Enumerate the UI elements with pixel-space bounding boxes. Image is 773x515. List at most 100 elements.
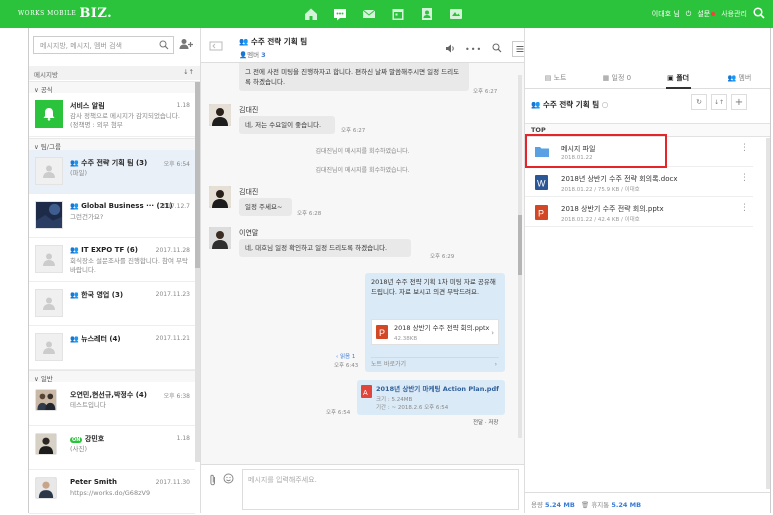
file-row-docx[interactable]: W 2018년 상반기 수주 전략 회의록.docx 2018.01.22 / … — [525, 168, 753, 197]
sender-photo[interactable] — [209, 227, 231, 249]
search-icon[interactable] — [753, 7, 765, 21]
sender-photo[interactable] — [209, 104, 231, 126]
message-composer: 메시지를 입력해주세요. — [201, 464, 524, 513]
room-search-input[interactable]: 메시지방, 메시지, 멤버 검색 — [33, 36, 174, 54]
chat-scrollbar-thumb[interactable] — [518, 215, 522, 275]
room-list-title: 메시지방 — [34, 71, 58, 79]
room-time: 오후 6:38 — [163, 393, 190, 400]
group-team[interactable]: ∨ 팀/그룹 — [29, 138, 200, 151]
file-meta: 2018.01.22 / 75.9 KB / 이대호 — [561, 187, 640, 193]
logo-small-text: WORKS MOBILE — [18, 9, 77, 17]
room-time: 2017.11.21 — [155, 335, 190, 342]
works-mobile-logo[interactable]: WORKS MOBILE BIZ. — [18, 6, 112, 21]
app-nav-icons — [302, 5, 465, 23]
tab-calendar[interactable]: ▦ 일정 0 — [586, 67, 647, 88]
contacts-icon[interactable] — [418, 5, 436, 23]
room-item-strategy-team[interactable]: 👥 수주 전략 기획 팀 (3) 오후 6:54 (파일) — [29, 150, 195, 194]
chat-scrollbar[interactable] — [518, 75, 522, 438]
search-icon[interactable] — [492, 43, 502, 55]
team-icon: 👥 — [70, 335, 79, 343]
mail-icon[interactable] — [360, 5, 378, 23]
file-row-pptx[interactable]: P 2018 상반기 수주 전략 회의.pptx 2018.01.22 / 42… — [525, 198, 753, 227]
room-item-kang-minho[interactable]: ON 강민호 1.18 (사진) — [29, 426, 195, 470]
calendar-icon[interactable] — [389, 5, 407, 23]
group-official[interactable]: ∨ 공식 — [29, 81, 200, 94]
message-bubble[interactable]: 네, 저는 수요일이 좋습니다. — [239, 116, 335, 134]
more-vertical-icon[interactable]: ⋮ — [740, 204, 749, 213]
room-name-wrap: 👥 Global Business ··· (21) — [70, 202, 173, 210]
storage-used-label: 용량 — [531, 501, 543, 509]
messenger-app: 메시지방, 메시지, 멤버 검색 메시지방 ↓↑ ∨ 공식 서비스 알림 1.1… — [28, 28, 771, 514]
file-transfer-bubble[interactable]: A 2018년 상반기 마케팅 Action Plan.pdf 크기 : 5.2… — [357, 380, 505, 415]
members-label: 멤버 — [247, 51, 260, 59]
sender-photo[interactable] — [209, 186, 231, 208]
more-dots-icon[interactable]: ••• — [465, 45, 482, 54]
team-icon: 👥 — [70, 291, 79, 299]
message-bubble-with-file[interactable]: 2018년 수주 전략 기획 1차 미팅 자료 공유해 드립니다. 자료 보시고… — [365, 273, 505, 372]
pdf-file-icon: A — [361, 385, 372, 401]
room-item-peter-smith[interactable]: Peter Smith 2017.11.30 https://works.do/… — [29, 470, 195, 514]
group-general[interactable]: ∨ 일반 — [29, 370, 200, 383]
more-vertical-icon[interactable]: ⋮ — [740, 144, 749, 153]
file-name: 2018 상반기 수주 전략 회의.pptx — [394, 324, 490, 332]
add-user-icon[interactable] — [179, 38, 193, 52]
panel-scrollbar[interactable] — [766, 138, 770, 489]
sidebar-scrollbar[interactable] — [195, 82, 200, 462]
svg-text:P: P — [379, 328, 385, 338]
message-bubble[interactable]: 그 전에 사전 미팅을 진행하자고 합니다. 편하신 날짜 말씀해주시면 일정 … — [239, 63, 469, 91]
ppt-file-icon: P — [376, 325, 388, 342]
forward-save-links[interactable]: 전달 · 저장 — [473, 418, 499, 426]
message-bubble[interactable]: 네, 대호님 일정 확인하고 일정 드리도록 하겠습니다. — [239, 239, 411, 257]
sort-icon[interactable]: ↓↑ — [711, 94, 727, 110]
room-item-korea-sales[interactable]: 👥 한국 영업 (3) 2017.11.23 — [29, 282, 195, 326]
chat-title-text: 수주 전략 기획 팀 — [250, 37, 308, 46]
top-navigation-bar: WORKS MOBILE BIZ. 이대호 님 ⏻ 설문 사용관리 — [0, 0, 773, 28]
sort-icon[interactable]: ↓↑ — [183, 68, 194, 76]
sidebar-scrollbar-thumb[interactable] — [195, 82, 200, 268]
room-time: 1.18 — [176, 102, 190, 109]
room-time: 1.18 — [176, 435, 190, 442]
room-item-newsletter[interactable]: 👥 뉴스레터 (4) 2017.11.21 — [29, 326, 195, 370]
speaker-icon[interactable] — [445, 44, 455, 55]
room-preview: 테스트입니다 — [70, 401, 106, 409]
tab-label: 노트 — [553, 74, 567, 82]
note-link[interactable]: 노트 바로가기 › — [371, 357, 499, 370]
user-name[interactable]: 이대호 님 — [652, 9, 680, 19]
room-preview: 회식장소 설문조사를 진행합니다. 참여 부탁 바랍니다. — [70, 257, 188, 274]
file-expiry: 기간 : ~ 2018.2.6 오후 6:54 — [376, 405, 449, 411]
message-input[interactable]: 메시지를 입력해주세요. — [242, 469, 519, 510]
room-item-global-business[interactable]: 👥 Global Business ··· (21) 2017.12.7 그런건… — [29, 194, 195, 238]
room-item-service-alert[interactable]: 서비스 알림 1.18 감사 정책으로 메시지가 감지되었습니다. (정책명 :… — [29, 93, 195, 137]
admin-link[interactable]: 사용관리 — [721, 9, 747, 19]
highlight-box — [525, 134, 667, 168]
room-item-group-chat[interactable]: 오연민,현선규,박정수 (4) 오후 6:38 테스트입니다 — [29, 382, 195, 426]
drive-icon[interactable] — [447, 5, 465, 23]
survey-link[interactable]: 설문 — [697, 9, 716, 19]
read-count[interactable]: ‹ 읽음 1 — [336, 352, 355, 360]
tab-folder[interactable]: ▣ 폴더 — [648, 67, 709, 89]
home-icon[interactable] — [302, 5, 320, 23]
tab-members[interactable]: 👥 멤버 — [709, 67, 770, 88]
add-icon[interactable]: + — [731, 94, 747, 110]
attach-clip-icon[interactable] — [209, 474, 217, 488]
team-icon: 👥 — [70, 159, 79, 167]
attached-file-card[interactable]: P 2018 상반기 수주 전략 회의.pptx 42.38KB › — [371, 319, 499, 345]
info-icon[interactable]: ○ — [602, 100, 609, 109]
trash-icon[interactable]: 🗑 — [581, 501, 589, 509]
chat-header-actions: ••• — [445, 41, 529, 57]
message-bubble[interactable]: 일정 주세요~ — [239, 198, 292, 216]
emoji-icon[interactable] — [223, 473, 234, 486]
room-item-it-expo[interactable]: 👥 IT EXPO TF (6) 2017.11.28 회식장소 설문조사를 진… — [29, 238, 195, 282]
room-preview: (파일) — [70, 169, 88, 177]
room-time: 2017.11.30 — [155, 479, 190, 486]
search-icon[interactable] — [159, 40, 169, 52]
collapse-arrow-icon[interactable] — [209, 41, 223, 53]
refresh-icon[interactable]: ↻ — [691, 94, 707, 110]
tab-note[interactable]: ▤ 노트 — [525, 67, 586, 88]
power-icon[interactable]: ⏻ — [686, 10, 692, 19]
word-file-icon: W — [535, 175, 548, 192]
notification-dot — [711, 12, 716, 16]
more-vertical-icon[interactable]: ⋮ — [740, 174, 749, 183]
message-icon[interactable] — [331, 5, 349, 23]
chat-members[interactable]: 👤멤버 3 — [239, 49, 266, 59]
